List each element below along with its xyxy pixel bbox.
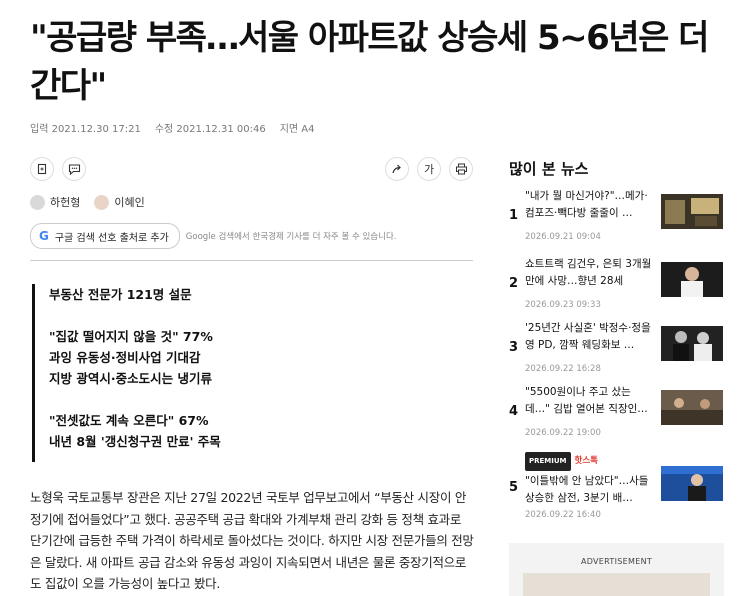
news-rank: 4 [509, 404, 519, 419]
comment-icon [68, 164, 80, 175]
news-rank: 1 [509, 208, 519, 223]
summary-line: "전셋값도 계속 오른다" 67% [49, 413, 209, 428]
google-preferred-source: G 구글 검색 선호 출처로 추가 Google 검색에서 한국경제 기사를 더… [30, 223, 396, 249]
avatar [94, 194, 110, 210]
article-body: 노형욱 국토교통부 장관은 지난 27일 2022년 국토부 업무보고에서 “부… [30, 490, 474, 591]
comment-button[interactable] [62, 157, 86, 181]
summary-line: 지방 광역시·중소도시는 냉기류 [49, 371, 212, 386]
share-button[interactable] [385, 157, 409, 181]
summary-line: 과잉 유동성·정비사업 기대감 [49, 350, 201, 365]
print-icon [455, 163, 467, 175]
avatar [30, 194, 45, 210]
bookmark-button[interactable] [30, 157, 54, 181]
font-size-label: 가 [423, 163, 435, 176]
share-icon [392, 164, 401, 174]
news-title[interactable]: 쇼트트랙 김건우, 은퇴 3개월 만에 사망…향년 28세 [525, 256, 653, 290]
news-badges: PREMIUM 핫스톡 [525, 452, 653, 471]
author-name: 이혜인 [114, 196, 145, 209]
article-meta: 입력 2021.12.30 17:21 수정 2021.12.31 00:46 … [30, 120, 314, 135]
page-number: 지면 A4 [279, 124, 315, 135]
news-title-block[interactable]: PREMIUM 핫스톡 "이틀밖에 안 남았다"…사들 상승한 삼전, 3분기 … [525, 452, 653, 507]
news-rank: 3 [509, 340, 519, 355]
summary-line: "집값 떨어지지 않을 것" 77% [49, 329, 213, 344]
news-date: 2026.09.22 19:00 [525, 428, 601, 438]
popular-news-item[interactable]: 2 쇼트트랙 김건우, 은퇴 3개월 만에 사망…향년 28세 2026.09.… [509, 256, 724, 320]
popular-news-item[interactable]: 4 "5500원이나 주고 샀는데…" 김밥 열어본 직장인… 2026.09.… [509, 384, 724, 448]
news-thumbnail[interactable] [661, 326, 723, 361]
popular-news-item[interactable]: 5 PREMIUM 핫스톡 "이틀밖에 안 남았다"…사들 상승한 삼전, 3분… [509, 452, 724, 524]
news-title[interactable]: "이틀밖에 안 남았다"…사들 상승한 삼전, 3분기 배… [525, 473, 653, 507]
font-size-button[interactable]: 가 [417, 157, 441, 181]
news-thumbnail[interactable] [661, 262, 723, 297]
news-thumbnail[interactable] [661, 466, 723, 501]
article-toolbar: 가 [30, 157, 475, 183]
bookmark-icon [37, 163, 47, 175]
news-thumbnail[interactable] [661, 390, 723, 425]
news-title[interactable]: '25년간 사실혼' 박정수·정을영 PD, 깜짝 웨딩화보 … [525, 320, 653, 354]
article-headline: "공급량 부족…서울 아파트값 상승세 5~6년은 더 간다" [30, 18, 709, 106]
article-summary: 부동산 전문가 121명 설문 "집값 떨어지지 않을 것" 77% 과잉 유동… [32, 284, 452, 462]
google-icon: G [39, 229, 49, 243]
news-date: 2026.09.22 16:28 [525, 364, 601, 374]
author-list: 하헌형 이혜인 [30, 194, 145, 210]
news-title[interactable]: "내가 뭘 마신거야?"…메가·컴포즈·빽다방 줄줄이 … [525, 188, 653, 222]
edit-date: 수정 2021.12.31 00:46 [154, 124, 266, 135]
news-title[interactable]: "5500원이나 주고 샀는데…" 김밥 열어본 직장인… [525, 384, 653, 418]
summary-line: 내년 8월 '갱신청구권 만료' 주목 [49, 434, 221, 449]
input-date: 입력 2021.12.30 17:21 [30, 124, 141, 135]
google-button-label: 구글 검색 선호 출처로 추가 [54, 232, 169, 244]
author-item[interactable]: 하헌형 [30, 194, 80, 210]
google-preferred-source-button[interactable]: G 구글 검색 선호 출처로 추가 [30, 223, 180, 249]
author-item[interactable]: 이혜인 [94, 194, 145, 210]
hot-stock-badge: 핫스톡 [574, 456, 598, 466]
news-date: 2026.09.22 16:40 [525, 510, 601, 520]
popular-news-title: 많이 본 뉴스 [509, 160, 589, 178]
divider [30, 260, 473, 261]
news-thumbnail[interactable] [661, 194, 723, 229]
premium-badge: PREMIUM [525, 452, 571, 471]
news-rank: 5 [509, 480, 519, 495]
author-name: 하헌형 [50, 196, 81, 209]
advertisement[interactable]: ADVERTISEMENT [509, 543, 724, 596]
news-date: 2026.09.21 09:04 [525, 232, 601, 242]
summary-line: 부동산 전문가 121명 설문 [49, 287, 192, 302]
ad-image[interactable] [523, 573, 710, 596]
popular-news-item[interactable]: 1 "내가 뭘 마신거야?"…메가·컴포즈·빽다방 줄줄이 … 2026.09.… [509, 188, 724, 252]
popular-news-item[interactable]: 3 '25년간 사실혼' 박정수·정을영 PD, 깜짝 웨딩화보 … 2026.… [509, 320, 724, 384]
print-button[interactable] [449, 157, 473, 181]
ad-label: ADVERTISEMENT [580, 557, 653, 566]
news-rank: 2 [509, 276, 519, 291]
news-date: 2026.09.23 09:33 [525, 300, 601, 310]
google-note: Google 검색에서 한국경제 기사를 더 자주 볼 수 있습니다. [185, 232, 397, 242]
